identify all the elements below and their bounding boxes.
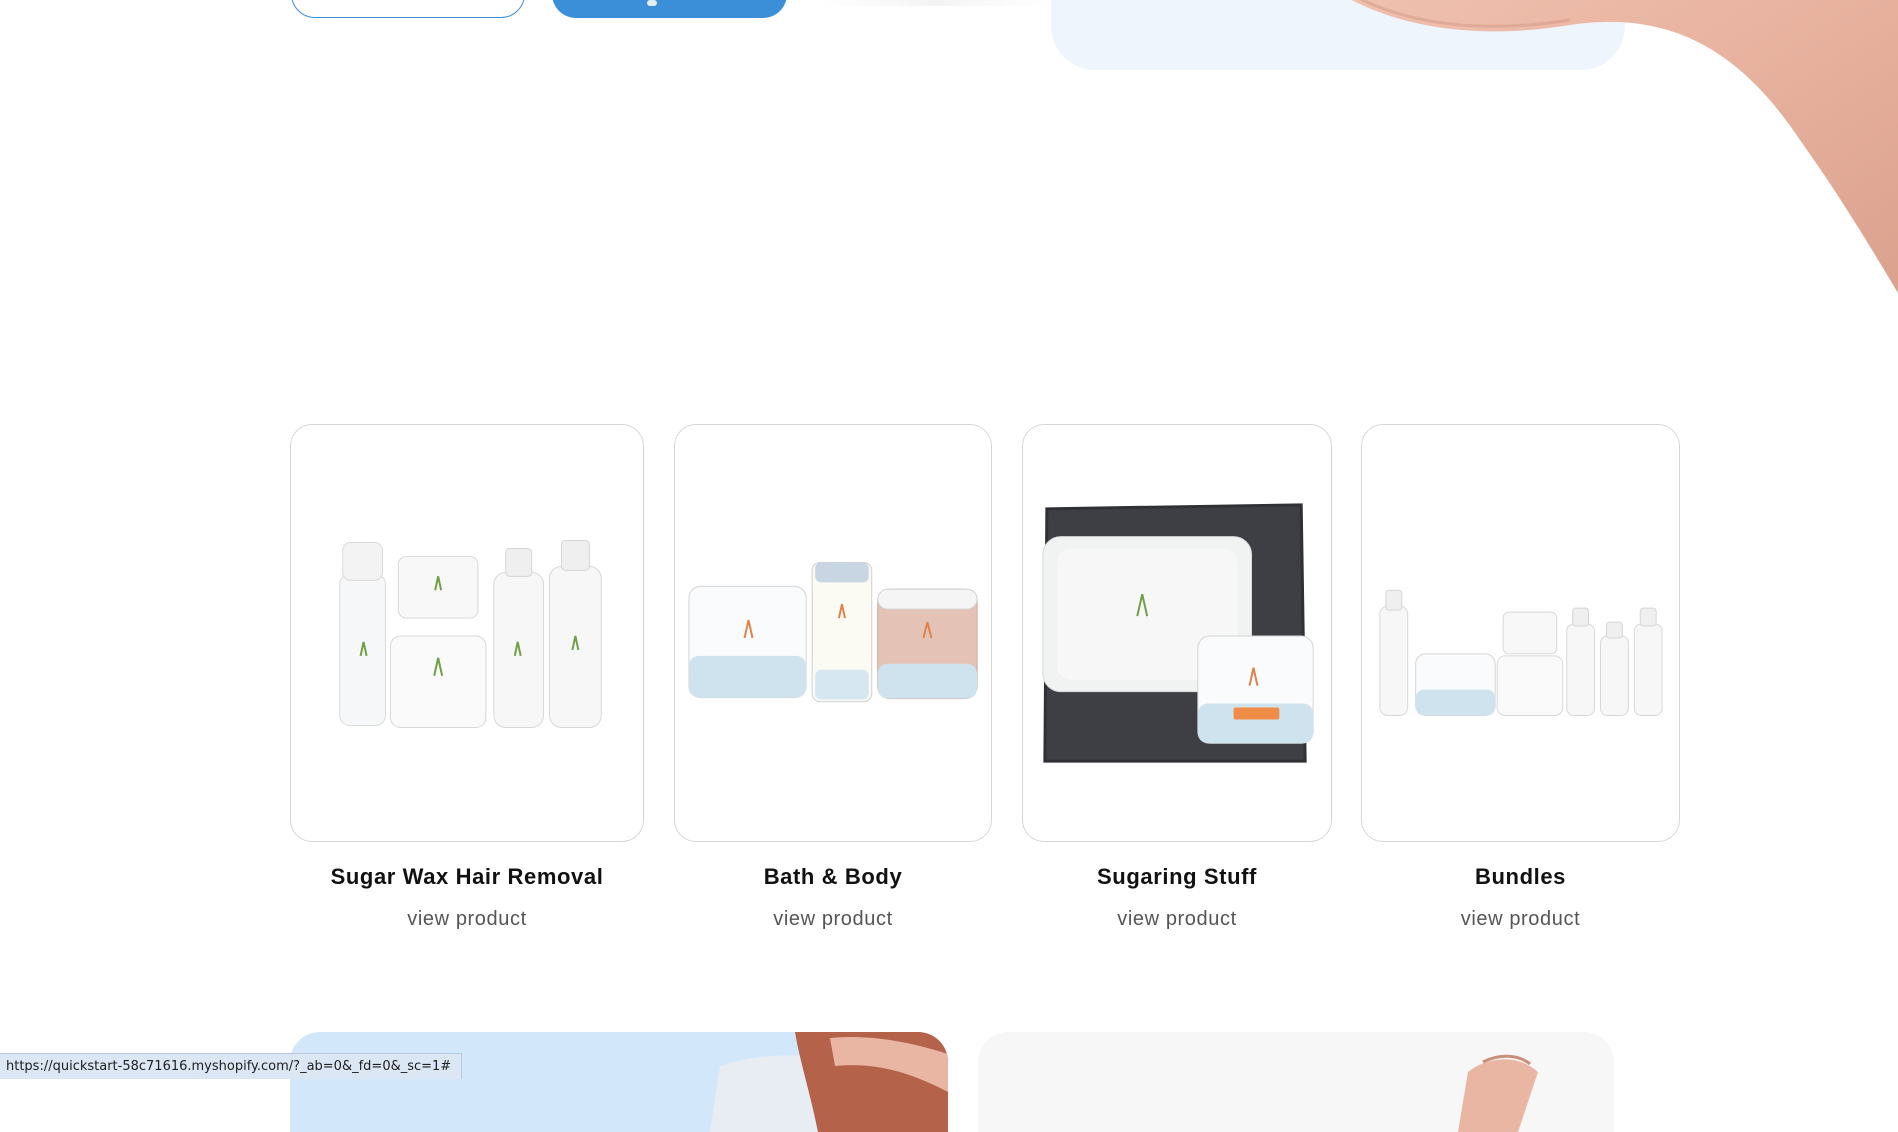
hero-primary-button-glyph <box>647 0 657 6</box>
hands-image <box>710 1032 948 1132</box>
product-card-bath-body[interactable] <box>674 424 992 842</box>
hero-primary-button[interactable] <box>552 0 787 18</box>
hero-secondary-button[interactable] <box>291 0 525 18</box>
view-product-link[interactable]: view product <box>674 908 992 931</box>
view-product-link[interactable]: view product <box>1022 908 1332 931</box>
hero-divider <box>820 0 1050 6</box>
skin-image <box>1458 1054 1538 1132</box>
promo-banner-left[interactable] <box>290 1032 948 1132</box>
product-card-sugar-wax[interactable] <box>290 424 644 842</box>
bath-body-jars-image <box>688 561 978 703</box>
gel-pack-towel-image <box>1042 503 1314 763</box>
view-product-link[interactable]: view product <box>290 908 644 931</box>
product-title[interactable]: Sugar Wax Hair Removal <box>290 864 644 890</box>
product-title[interactable]: Bundles <box>1361 864 1680 890</box>
hero-arm-image <box>1351 0 1898 294</box>
view-product-link[interactable]: view product <box>1361 908 1680 931</box>
status-bar-url: https://quickstart-58c71616.myshopify.co… <box>0 1053 463 1079</box>
product-card-bundles[interactable] <box>1361 424 1680 842</box>
product-title[interactable]: Sugaring Stuff <box>1022 864 1332 890</box>
product-card-sugaring-stuff[interactable] <box>1022 424 1332 842</box>
bundle-set-image <box>1379 589 1663 716</box>
sugar-wax-kit-image <box>339 540 602 728</box>
product-title[interactable]: Bath & Body <box>674 864 992 890</box>
promo-banner-right[interactable] <box>978 1032 1614 1132</box>
